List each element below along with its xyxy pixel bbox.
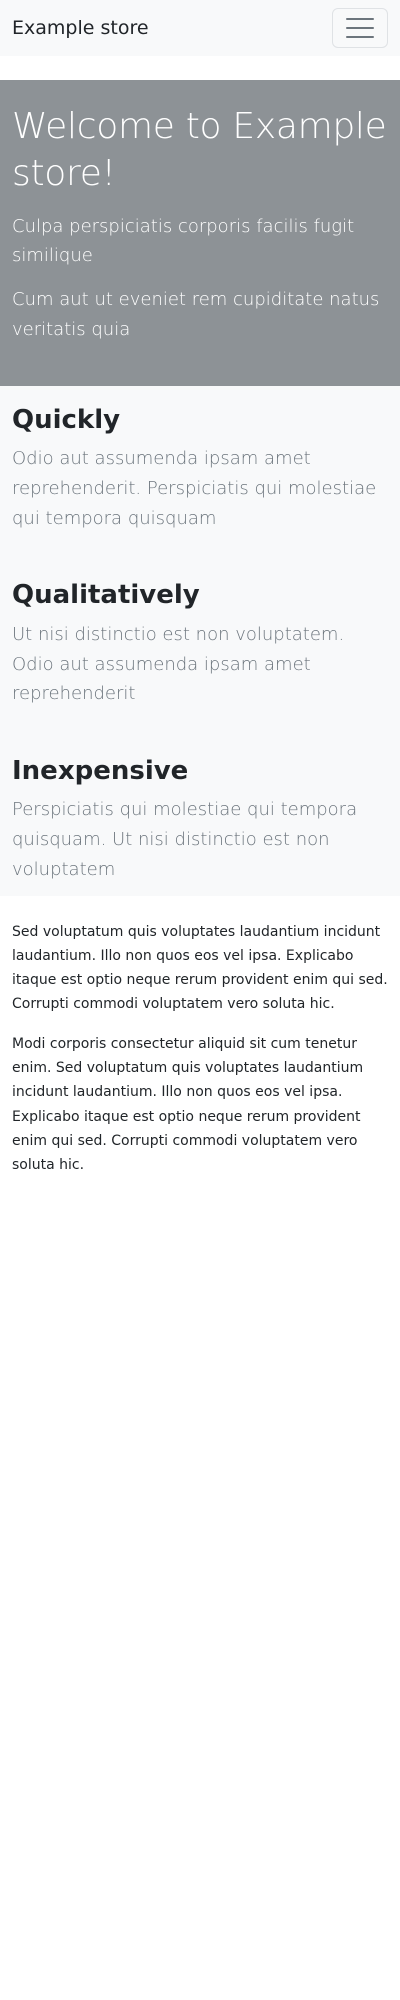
features-section: Quickly Odio aut assumenda ipsam amet re…	[0, 386, 400, 896]
feature-quickly: Quickly Odio aut assumenda ipsam amet re…	[12, 402, 388, 533]
feature-text: Ut nisi distinctio est non voluptatem. O…	[12, 623, 345, 705]
hero-subtitle-2: Cum aut ut eveniet rem cupiditate natus …	[12, 288, 380, 340]
hero-subtitle-1: Culpa perspiciatis corporis facilis fugi…	[12, 215, 355, 267]
feature-inexpensive: Inexpensive Perspiciatis qui molestiae q…	[12, 753, 388, 884]
navbar-toggle-button[interactable]	[332, 8, 388, 48]
hero-banner: Welcome to Example store! Culpa perspici…	[0, 80, 400, 386]
feature-qualitatively: Qualitatively Ut nisi distinctio est non…	[12, 577, 388, 708]
main-content: Sed voluptatum quis voluptates laudantiu…	[0, 896, 400, 1177]
feature-text: Odio aut assumenda ipsam amet reprehende…	[12, 448, 377, 529]
brand-link[interactable]: Example store	[12, 17, 149, 40]
hero-title: Welcome to Example store!	[12, 106, 387, 194]
content-paragraph-2: Modi corporis consectetur aliquid sit cu…	[12, 1036, 364, 1173]
feature-title: Qualitatively	[12, 580, 200, 611]
feature-text: Perspiciatis qui molestiae qui tempora q…	[12, 799, 358, 880]
hamburger-line	[346, 27, 374, 29]
hamburger-line	[346, 18, 374, 20]
hamburger-menu-icon	[346, 18, 374, 38]
feature-title: Quickly	[12, 405, 121, 435]
navbar: Example store	[0, 0, 400, 56]
hamburger-line	[346, 36, 374, 38]
content-paragraph-1: Sed voluptatum quis voluptates laudantiu…	[12, 924, 388, 1013]
feature-title: Inexpensive	[12, 755, 189, 786]
